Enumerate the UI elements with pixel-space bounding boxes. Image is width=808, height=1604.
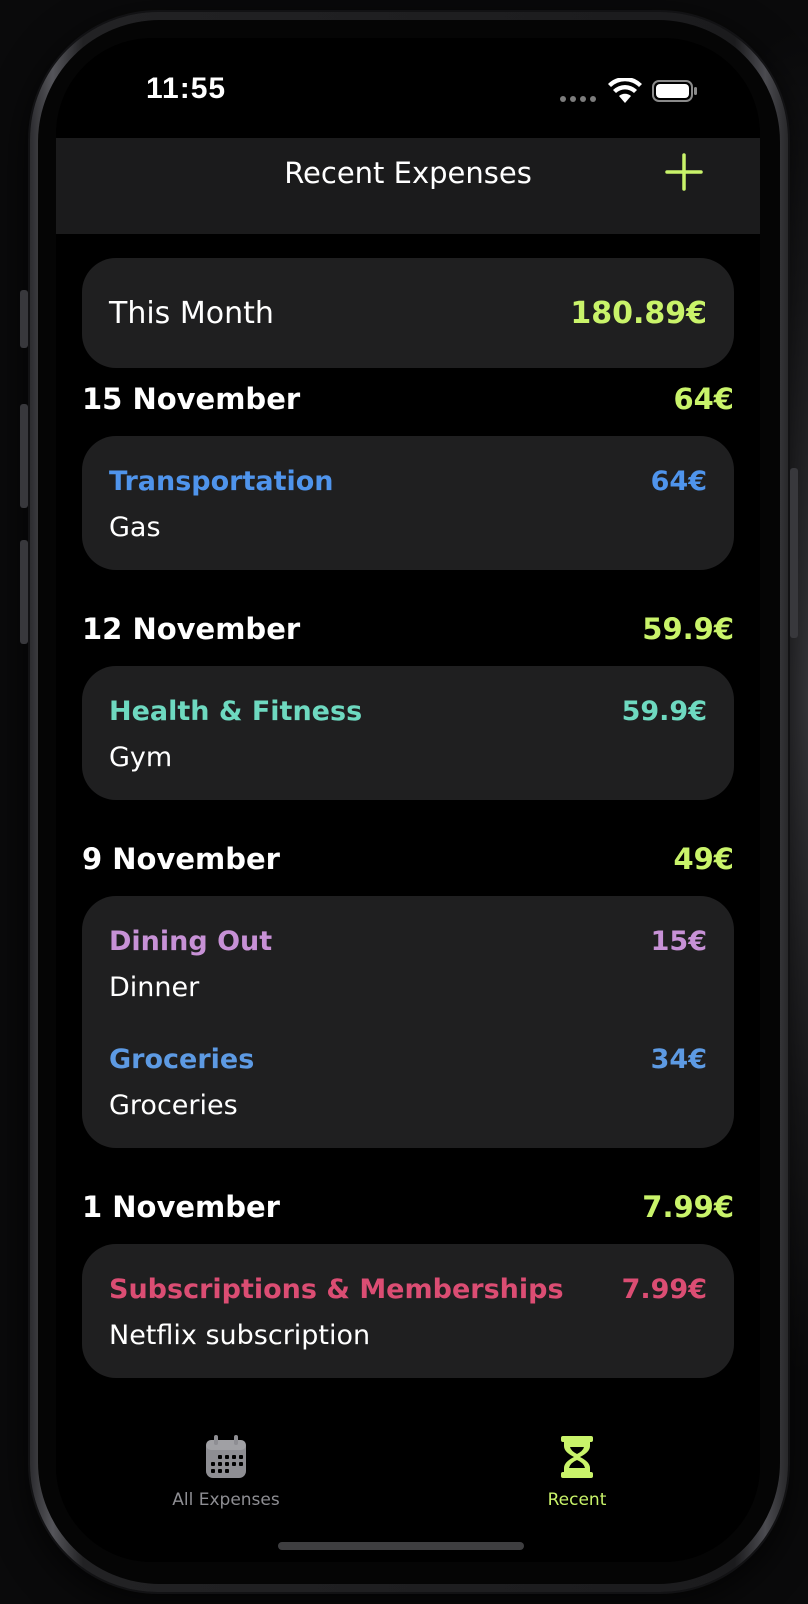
status-time: 11:55 bbox=[146, 72, 227, 105]
expense-description: Gym bbox=[109, 742, 173, 773]
date-total: 59.9€ bbox=[642, 612, 734, 646]
expense-category: Subscriptions & Memberships bbox=[109, 1274, 564, 1305]
expense-description: Netflix subscription bbox=[109, 1320, 371, 1351]
power-button bbox=[790, 468, 798, 638]
hourglass-icon bbox=[561, 1436, 593, 1478]
date-total: 7.99€ bbox=[642, 1190, 734, 1224]
action-button bbox=[20, 290, 28, 348]
expense-item[interactable]: Subscriptions & Memberships 7.99€ Netfli… bbox=[109, 1274, 707, 1354]
date-total: 64€ bbox=[673, 382, 734, 416]
expense-category: Transportation bbox=[109, 466, 334, 497]
expense-category: Dining Out bbox=[109, 926, 273, 957]
page-title: Recent Expenses bbox=[284, 156, 532, 190]
volume-down-button bbox=[20, 540, 28, 644]
date-header: 15 November 64€ bbox=[82, 382, 734, 422]
month-summary-card: This Month 180.89€ bbox=[82, 258, 734, 368]
calendar-icon bbox=[206, 1435, 246, 1478]
month-summary-value: 180.89€ bbox=[570, 296, 707, 331]
expense-amount: 59.9€ bbox=[621, 696, 707, 727]
tab-recent[interactable]: Recent bbox=[497, 1434, 657, 1524]
expense-amount: 15€ bbox=[650, 926, 707, 957]
expense-amount: 34€ bbox=[650, 1044, 707, 1075]
expense-item[interactable]: Transportation 64€ Gas bbox=[109, 466, 707, 546]
expense-item[interactable]: Groceries 34€ Groceries bbox=[109, 1044, 707, 1124]
date-label: 1 November bbox=[82, 1190, 280, 1224]
tab-all-expenses[interactable]: All Expenses bbox=[146, 1434, 306, 1524]
expense-item[interactable]: Dining Out 15€ Dinner bbox=[109, 926, 707, 1006]
plus-icon[interactable] bbox=[664, 152, 704, 192]
dynamic-island bbox=[297, 59, 519, 123]
expense-amount: 64€ bbox=[650, 466, 707, 497]
expense-item[interactable]: Health & Fitness 59.9€ Gym bbox=[109, 696, 707, 776]
expense-amount: 7.99€ bbox=[621, 1274, 707, 1305]
expense-list: This Month 180.89€ 15 November 64€ Trans… bbox=[56, 234, 760, 1424]
home-indicator[interactable] bbox=[278, 1542, 524, 1550]
app-screen: 11:55 Recent Expenses This Month 180.89€ bbox=[56, 38, 760, 1562]
date-label: 12 November bbox=[82, 612, 301, 646]
battery-icon bbox=[652, 80, 697, 102]
date-label: 9 November bbox=[82, 842, 280, 876]
volume-up-button bbox=[20, 404, 28, 508]
expense-category: Groceries bbox=[109, 1044, 255, 1075]
expense-category: Health & Fitness bbox=[109, 696, 363, 727]
tab-label: All Expenses bbox=[172, 1490, 280, 1510]
date-header: 1 November 7.99€ bbox=[82, 1190, 734, 1230]
tab-label: Recent bbox=[547, 1490, 607, 1510]
expense-card[interactable]: Transportation 64€ Gas bbox=[82, 436, 734, 570]
date-header: 9 November 49€ bbox=[82, 842, 734, 882]
month-summary-label: This Month bbox=[109, 296, 274, 331]
expense-description: Gas bbox=[109, 512, 161, 543]
status-bar: 11:55 bbox=[56, 38, 760, 138]
expense-card[interactable]: Health & Fitness 59.9€ Gym bbox=[82, 666, 734, 800]
expense-card[interactable]: Dining Out 15€ Dinner Groceries 34€ Groc… bbox=[82, 896, 734, 1148]
date-total: 49€ bbox=[673, 842, 734, 876]
cellular-signal-icon bbox=[560, 96, 596, 104]
navigation-bar: Recent Expenses bbox=[56, 138, 760, 234]
expense-description: Dinner bbox=[109, 972, 200, 1003]
date-label: 15 November bbox=[82, 382, 301, 416]
expense-card[interactable]: Subscriptions & Memberships 7.99€ Netfli… bbox=[82, 1244, 734, 1378]
date-header: 12 November 59.9€ bbox=[82, 612, 734, 652]
expense-description: Groceries bbox=[109, 1090, 238, 1121]
wifi-icon bbox=[608, 78, 642, 103]
